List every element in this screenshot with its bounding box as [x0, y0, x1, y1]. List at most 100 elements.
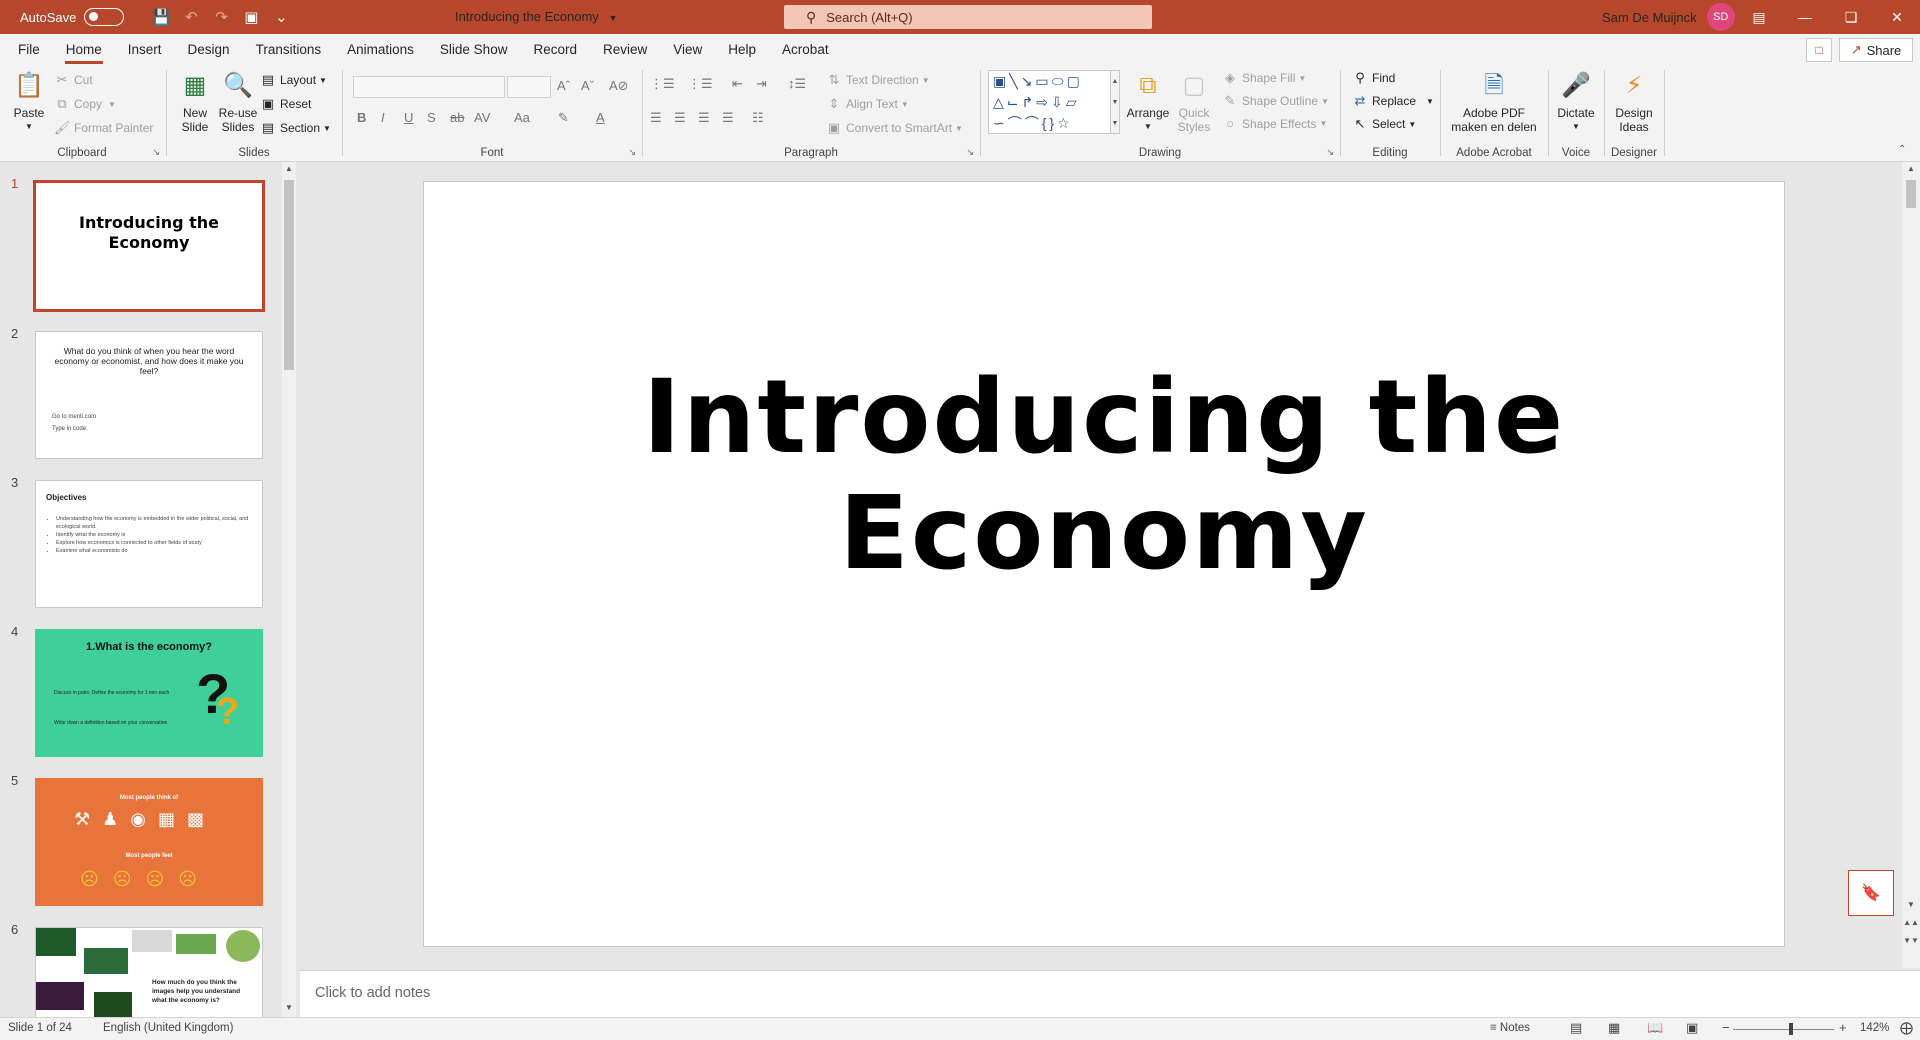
- change-case-icon[interactable]: Aa: [514, 110, 530, 125]
- tab-slide-show[interactable]: Slide Show: [427, 34, 521, 66]
- dialog-launcher-icon[interactable]: ↘: [628, 147, 636, 158]
- tab-transitions[interactable]: Transitions: [243, 34, 335, 66]
- fit-slide-icon[interactable]: ⨁: [1900, 1020, 1913, 1036]
- align-right-icon[interactable]: ☰: [698, 110, 710, 126]
- thumbnails-scrollbar[interactable]: ▲ ▼: [282, 162, 296, 1017]
- format-painter-button[interactable]: 🖌 Format Painter: [54, 120, 153, 136]
- shapes-gallery-scroll[interactable]: ▲ ▼ ▼: [1110, 70, 1120, 134]
- copy-button[interactable]: ⧉ Copy ▼: [54, 96, 116, 112]
- search-box[interactable]: ⚲ Search (Alt+Q): [784, 5, 1152, 29]
- reset-button[interactable]: ▣ Reset: [260, 96, 312, 112]
- zoom-slider-thumb[interactable]: [1789, 1023, 1793, 1035]
- arrow-line-icon[interactable]: ↘: [1021, 73, 1036, 89]
- tab-home[interactable]: Home: [53, 34, 115, 66]
- curved-line-icon[interactable]: ⌒: [1025, 115, 1042, 131]
- notes-pane[interactable]: Click to add notes: [300, 970, 1920, 1017]
- replace-button[interactable]: ⇄ Replace ▼: [1352, 93, 1434, 109]
- right-arrow-icon[interactable]: ⇨: [1036, 94, 1051, 110]
- justify-icon[interactable]: ☰: [722, 110, 734, 126]
- zoom-out-icon[interactable]: −: [1722, 1020, 1730, 1035]
- language-indicator[interactable]: English (United Kingdom): [103, 1022, 233, 1034]
- columns-icon[interactable]: ☷: [752, 110, 764, 126]
- down-arrow-icon[interactable]: ⇩: [1051, 94, 1066, 110]
- text-direction-button[interactable]: ⇅ Text Direction ▼: [826, 72, 930, 88]
- select-button[interactable]: ↖ Select ▼: [1352, 116, 1417, 132]
- adobe-pdf-button[interactable]: 🗎 Adobe PDF maken en delen: [1446, 70, 1542, 135]
- arc-icon[interactable]: ⌒: [1008, 115, 1025, 131]
- notes-placeholder[interactable]: Click to add notes: [315, 985, 430, 1001]
- scroll-down-icon[interactable]: ▼: [1902, 900, 1920, 909]
- redo-icon[interactable]: ↷: [206, 2, 236, 32]
- cut-button[interactable]: ✂ Cut: [54, 72, 93, 88]
- share-button[interactable]: ↗ Share: [1839, 38, 1913, 62]
- align-left-icon[interactable]: ☰: [650, 110, 662, 126]
- customize-quick-access-icon[interactable]: ⌄: [266, 2, 296, 32]
- font-size-combo[interactable]: [507, 76, 551, 98]
- normal-view-icon[interactable]: ▤: [1570, 1020, 1582, 1036]
- tab-design[interactable]: Design: [175, 34, 243, 66]
- align-center-icon[interactable]: ☰: [674, 110, 686, 126]
- dialog-launcher-icon[interactable]: ↘: [1326, 147, 1334, 158]
- increase-font-size-icon[interactable]: Aˆ: [557, 78, 570, 93]
- flowchart-icon[interactable]: ▱: [1066, 94, 1080, 110]
- undo-icon[interactable]: ↶: [176, 2, 206, 32]
- underline-icon[interactable]: U: [404, 110, 413, 125]
- previous-slide-icon[interactable]: ▲▲: [1902, 918, 1920, 927]
- font-color-icon[interactable]: A: [596, 110, 605, 125]
- scroll-up-icon[interactable]: ▲: [1902, 164, 1920, 173]
- slide-vertical-scrollbar[interactable]: ▲ ▼ ▲▲ ▼▼: [1902, 162, 1920, 968]
- slide-show-icon[interactable]: ▣: [1686, 1020, 1698, 1036]
- star-icon[interactable]: ☆: [1057, 115, 1073, 131]
- decrease-indent-icon[interactable]: ⇤: [732, 76, 743, 92]
- slide-title[interactable]: Introducing the Economy: [424, 360, 1784, 592]
- increase-indent-icon[interactable]: ⇥: [756, 76, 767, 92]
- oval-icon[interactable]: ⬭: [1052, 73, 1067, 89]
- triangle-icon[interactable]: △: [993, 94, 1007, 110]
- layout-button[interactable]: ▤ Layout ▼: [260, 72, 327, 88]
- zoom-slider[interactable]: [1733, 1029, 1834, 1030]
- slide-thumbnail-1[interactable]: Introducing the Economy: [33, 180, 265, 312]
- comments-button[interactable]: □: [1806, 38, 1832, 62]
- new-slide-button[interactable]: ▦ New Slide: [176, 70, 214, 135]
- reuse-slides-button[interactable]: 🔍 Re-use Slides: [216, 70, 260, 135]
- find-button[interactable]: ⚲ Find: [1352, 70, 1395, 86]
- notes-toggle[interactable]: ≡ Notes: [1490, 1022, 1530, 1034]
- autosave-switch[interactable]: [84, 8, 125, 26]
- shape-fill-button[interactable]: ◈ Shape Fill ▼: [1222, 70, 1306, 86]
- dictate-button[interactable]: 🎤 Dictate ▼: [1552, 70, 1600, 134]
- slide-thumbnail-4[interactable]: 1.What is the economy? Discuss in pairs:…: [35, 629, 263, 757]
- bullets-icon[interactable]: ⋮☰: [650, 76, 675, 92]
- scrollbar-thumb[interactable]: [1906, 180, 1916, 208]
- reading-view-icon[interactable]: 📖: [1647, 1020, 1663, 1036]
- present-from-start-icon[interactable]: ▣: [236, 2, 266, 32]
- slide-thumbnail-5[interactable]: Most people think of ⚒♟◉▦▩ Most people f…: [35, 778, 263, 906]
- paste-button[interactable]: 📋 Paste ▼: [8, 70, 50, 134]
- tab-acrobat[interactable]: Acrobat: [769, 34, 842, 66]
- tab-review[interactable]: Review: [590, 34, 660, 66]
- restore-icon[interactable]: ❏: [1828, 0, 1874, 34]
- right-brace-icon[interactable]: }: [1049, 115, 1057, 131]
- curve-icon[interactable]: ∽: [993, 115, 1008, 131]
- autosave-toggle[interactable]: AutoSave: [20, 8, 125, 26]
- slide-thumbnail-2[interactable]: What do you think of when you hear the w…: [35, 331, 263, 459]
- character-spacing-icon[interactable]: AV: [474, 110, 490, 125]
- tab-animations[interactable]: Animations: [334, 34, 427, 66]
- section-button[interactable]: ▤ Section ▼: [260, 120, 331, 136]
- connector-icon[interactable]: ⌙: [1007, 94, 1022, 110]
- ribbon-display-options-icon[interactable]: ▤: [1736, 0, 1782, 34]
- text-shadow-icon[interactable]: S: [427, 110, 436, 125]
- tab-view[interactable]: View: [660, 34, 715, 66]
- tab-file[interactable]: File: [0, 34, 53, 66]
- collapse-ribbon-icon[interactable]: ⌃: [1898, 144, 1906, 155]
- dialog-launcher-icon[interactable]: ↘: [966, 147, 974, 158]
- text-box-icon[interactable]: ▣: [993, 73, 1009, 89]
- minimize-icon[interactable]: —: [1782, 0, 1828, 34]
- bookmark-icon[interactable]: 🔖: [1848, 870, 1894, 916]
- line-spacing-icon[interactable]: ↕☰: [788, 76, 806, 92]
- slide-thumbnail-6[interactable]: How much do you think the images help yo…: [35, 927, 263, 1017]
- decrease-font-size-icon[interactable]: Aˇ: [581, 78, 594, 93]
- avatar[interactable]: SD: [1706, 3, 1735, 31]
- slide-thumbnail-3[interactable]: Objectives Understanding how the economy…: [35, 480, 263, 608]
- design-ideas-button[interactable]: ⚡ Design Ideas: [1610, 70, 1658, 135]
- clear-formatting-icon[interactable]: A⊘: [609, 78, 629, 94]
